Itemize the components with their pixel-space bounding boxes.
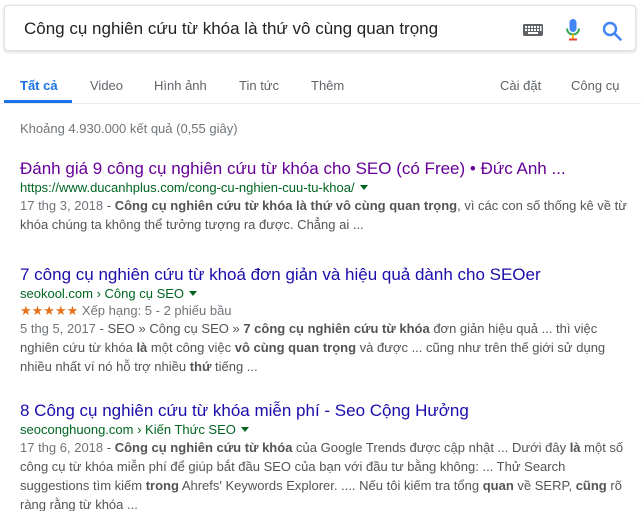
url-dropdown-icon[interactable] — [189, 291, 198, 296]
snippet-text: về SERP, — [513, 478, 576, 493]
result-date: 17 thg 3, 2018 — [20, 198, 104, 213]
result-snippet: 17 thg 6, 2018 - Công cụ nghiên cứu từ k… — [20, 438, 630, 511]
result-date: 17 thg 6, 2018 — [20, 440, 104, 455]
snippet-text: tiếng ... — [211, 359, 258, 374]
tab-more[interactable]: Thêm — [311, 78, 344, 93]
snippet-body: - Công cụ nghiên cứu từ khóa là thứ vô c… — [20, 198, 627, 232]
rating-stars-icon: ★★★★★ — [20, 303, 79, 318]
snippet-text: một công việc — [147, 340, 235, 355]
result-stats: Khoảng 4.930.000 kết quả (0,55 giây) — [20, 121, 238, 136]
result-url-path[interactable]: Kiến Thức SEO — [145, 422, 236, 437]
snippet-text: của Google Trends được cập nhật ... Dưới… — [292, 440, 570, 455]
keyboard-icon[interactable] — [523, 24, 543, 36]
tab-tools[interactable]: Công cụ — [571, 78, 619, 93]
result-url[interactable]: https://www.ducanhplus.com/cong-cu-nghie… — [20, 180, 355, 195]
result-title-link[interactable]: 7 công cụ nghiên cứu từ khoá đơn giản và… — [20, 264, 630, 285]
url-dropdown-icon[interactable] — [240, 427, 249, 432]
snippet-text: - — [103, 440, 115, 455]
result-snippet: 17 thg 3, 2018 - Công cụ nghiên cứu từ k… — [20, 196, 630, 234]
snippet-text: Ahrefs' Keywords Explorer. .... Nếu tôi … — [178, 478, 483, 493]
tab-all[interactable]: Tất cả — [20, 78, 58, 93]
result-url-line: seokool.com › Công cụ SEO — [20, 285, 630, 302]
breadcrumb-separator: › — [133, 422, 146, 437]
result-url-domain[interactable]: seokool.com — [20, 286, 93, 301]
snippet-body: - SEO » Công cụ SEO » 7 công cụ nghiên c… — [20, 321, 605, 374]
result-url-line: seoconghuong.com › Kiến Thức SEO — [20, 421, 630, 438]
snippet-highlight: Công cụ nghiên cứu từ khóa là thứ vô cùn… — [114, 198, 458, 213]
tabs-divider — [0, 103, 641, 104]
mic-icon[interactable] — [566, 19, 580, 41]
url-dropdown-icon[interactable] — [359, 185, 368, 190]
search-tabs: Tất cả Video Hình ảnh Tin tức Thêm Cài đ… — [0, 64, 641, 104]
tab-images[interactable]: Hình ảnh — [154, 78, 207, 93]
search-result: 7 công cụ nghiên cứu từ khoá đơn giản và… — [20, 264, 630, 376]
snippet-highlight: trong — [145, 478, 179, 493]
snippet-highlight: là — [569, 440, 581, 455]
snippet-text: - — [103, 198, 115, 213]
snippet-text: - SEO » Công cụ SEO » — [95, 321, 244, 336]
result-url-path[interactable]: Công cụ SEO — [105, 286, 185, 301]
snippet-highlight: thứ — [189, 359, 212, 374]
tab-settings[interactable]: Cài đặt — [500, 78, 541, 93]
snippet-highlight: vô cùng quan trọng — [234, 340, 357, 355]
search-input[interactable]: Công cụ nghiên cứu từ khóa là thứ vô cùn… — [24, 19, 438, 39]
result-snippet: 5 thg 5, 2017 - SEO » Công cụ SEO » 7 cô… — [20, 319, 630, 376]
result-date: 5 thg 5, 2017 — [20, 321, 96, 336]
tab-video[interactable]: Video — [90, 78, 123, 93]
snippet-highlight: 7 công cụ nghiên cứu từ khóa — [243, 321, 430, 336]
result-title-link[interactable]: Đánh giá 9 công cụ nghiên cứu từ khóa ch… — [20, 158, 630, 179]
breadcrumb-separator: › — [92, 286, 105, 301]
search-result: 8 Công cụ nghiên cứu từ khóa miễn phí - … — [20, 400, 630, 511]
snippet-highlight: cũng — [575, 478, 607, 493]
search-box[interactable]: Công cụ nghiên cứu từ khóa là thứ vô cùn… — [4, 5, 636, 51]
search-result: Đánh giá 9 công cụ nghiên cứu từ khóa ch… — [20, 158, 630, 234]
rating-line: ★★★★★ Xếp hạng: 5 - 2 phiếu bầu — [20, 302, 630, 319]
snippet-highlight: Công cụ nghiên cứu từ khóa — [114, 440, 293, 455]
snippet-highlight: quan — [482, 478, 514, 493]
tab-news[interactable]: Tin tức — [239, 78, 279, 93]
snippet-body: - Công cụ nghiên cứu từ khóa của Google … — [20, 440, 623, 511]
result-title-link[interactable]: 8 Công cụ nghiên cứu từ khóa miễn phí - … — [20, 400, 630, 421]
search-icon[interactable] — [602, 21, 622, 41]
result-url-line: https://www.ducanhplus.com/cong-cu-nghie… — [20, 179, 630, 196]
snippet-highlight: là — [136, 340, 148, 355]
rating-text: Xếp hạng: 5 - 2 phiếu bầu — [81, 303, 232, 318]
result-url-domain[interactable]: seoconghuong.com — [20, 422, 133, 437]
